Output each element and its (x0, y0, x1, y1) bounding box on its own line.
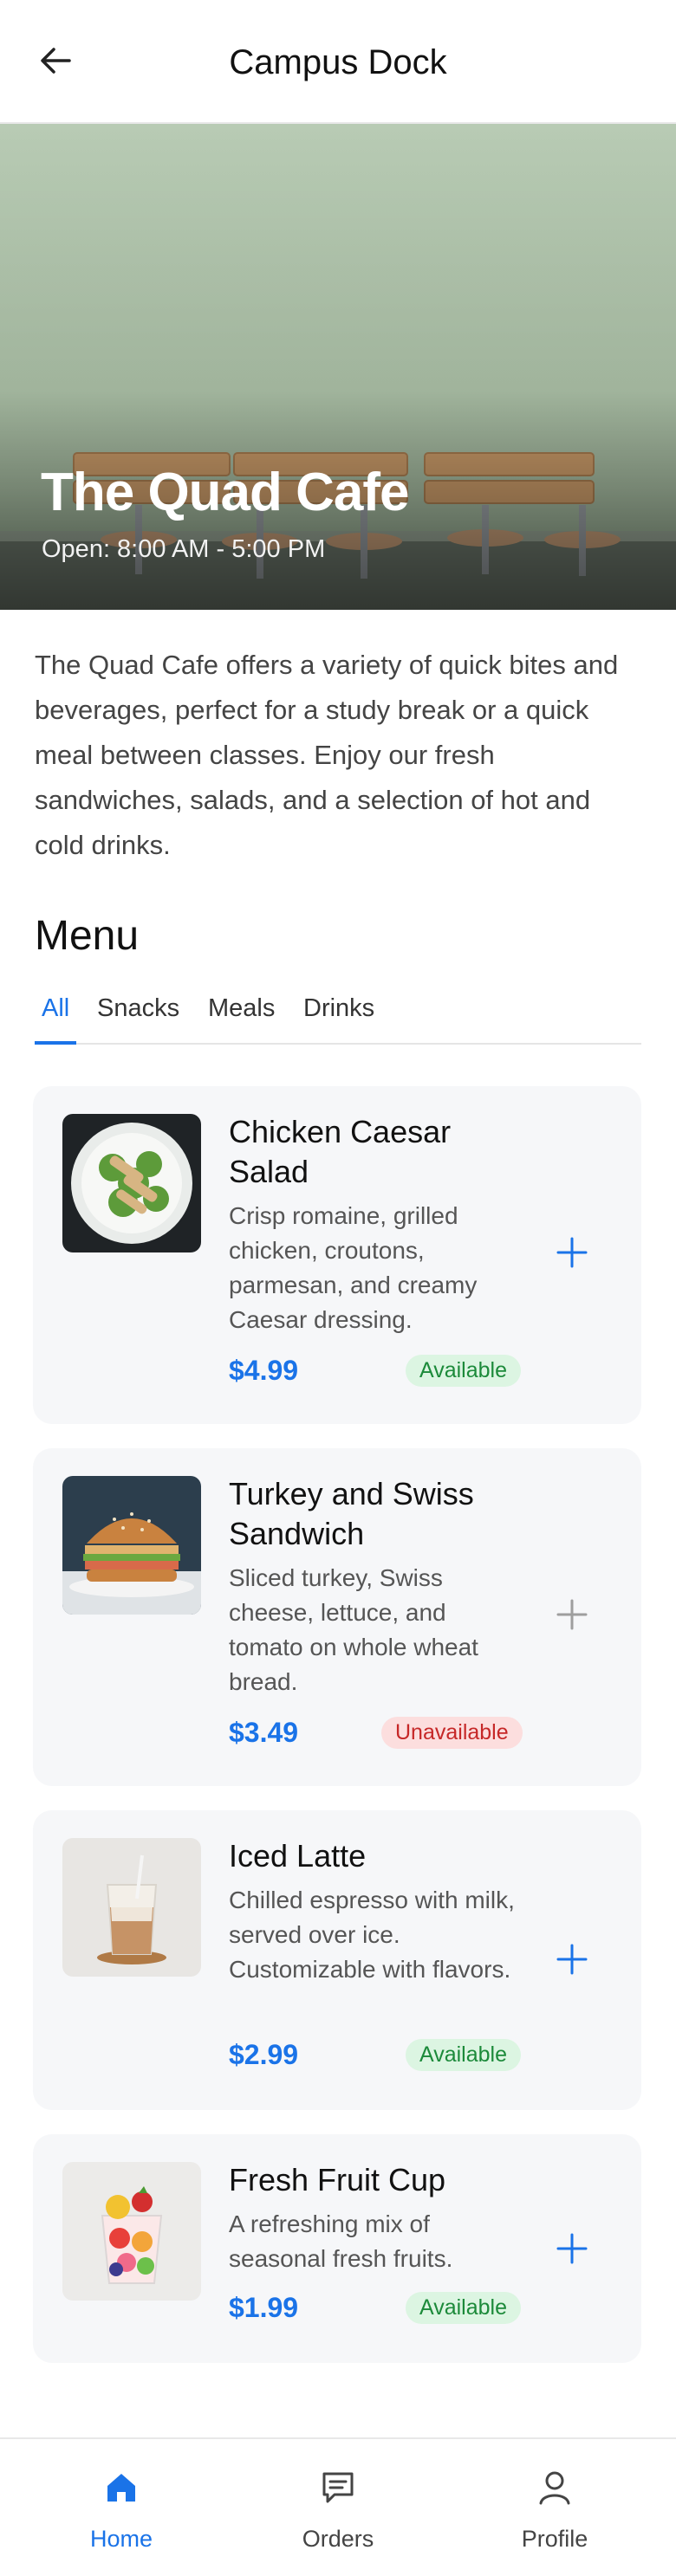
home-icon (107, 2474, 135, 2502)
nav-profile[interactable]: Profile (468, 2439, 641, 2576)
item-price: $3.49 (229, 1717, 299, 1748)
fruit-cup-image (62, 2162, 201, 2301)
menu-item-card: Fresh Fruit Cup A refreshing mix of seas… (33, 2134, 641, 2363)
item-description: A refreshing mix of seasonal fresh fruit… (229, 2210, 453, 2272)
plus-icon[interactable] (553, 1940, 591, 1978)
nav-orders[interactable]: Orders (251, 2439, 425, 2576)
item-description: Chilled espresso with milk, served over … (229, 1887, 515, 1983)
status-badge: Available (406, 2292, 522, 2324)
item-name: Iced Latte (229, 1838, 367, 1874)
hero-banner: The Quad Cafe Open: 8:00 AM - 5:00 PM (0, 124, 676, 610)
menu-heading: Menu (35, 913, 140, 959)
status-badge: Available (406, 1355, 522, 1387)
app-header: Campus Dock (0, 0, 676, 124)
item-name: Chicken Caesar Salad (229, 1114, 452, 1189)
item-name: Fresh Fruit Cup (229, 2162, 446, 2197)
active-tab-indicator (35, 1041, 76, 1045)
page-title: Campus Dock (229, 43, 447, 81)
status-badge: Unavailable (381, 1717, 523, 1749)
cafe-hours: Open: 8:00 AM - 5:00 PM (42, 535, 326, 563)
menu-item-card: Iced Latte Chilled espresso with milk, s… (33, 1810, 641, 2110)
item-description: Sliced turkey, Swiss cheese, lettuce, an… (229, 1564, 478, 1695)
tab-meals[interactable]: Meals (208, 994, 275, 1023)
plus-icon (556, 1599, 588, 1630)
status-badge: Available (406, 2039, 522, 2071)
item-price: $4.99 (229, 1355, 299, 1386)
bottom-navigation: Home Orders Profile (0, 2437, 676, 2576)
item-price: $2.99 (229, 2039, 299, 2070)
item-price: $1.99 (229, 2292, 299, 2323)
plus-icon[interactable] (553, 1233, 591, 1272)
iced-latte-image (62, 1838, 201, 1977)
user-icon (539, 2471, 570, 2505)
item-description: Crisp romaine, grilled chicken, croutons… (229, 1202, 478, 1333)
plus-icon[interactable] (553, 2230, 591, 2268)
cafe-name: The Quad Cafe (41, 463, 410, 522)
menu-item-card: Turkey and Swiss Sandwich Sliced turkey,… (33, 1448, 641, 1786)
menu-tabs: All Snacks Meals Drinks (35, 979, 641, 1045)
cafe-description: The Quad Cafe offers a variety of quick … (35, 650, 619, 860)
item-name: Turkey and Swiss Sandwich (229, 1476, 474, 1551)
sandwich-image (62, 1476, 201, 1615)
tab-snacks[interactable]: Snacks (97, 994, 179, 1023)
salad-image (62, 1114, 201, 1252)
nav-label: Profile (521, 2526, 588, 2552)
tab-all[interactable]: All (42, 994, 69, 1023)
menu-item-card: Chicken Caesar Salad Crisp romaine, gril… (33, 1086, 641, 1424)
nav-label: Orders (302, 2526, 374, 2552)
nav-label: Home (89, 2526, 153, 2552)
nav-home[interactable]: Home (35, 2439, 208, 2576)
tab-drinks[interactable]: Drinks (303, 994, 374, 1023)
receipt-icon (322, 2472, 354, 2503)
